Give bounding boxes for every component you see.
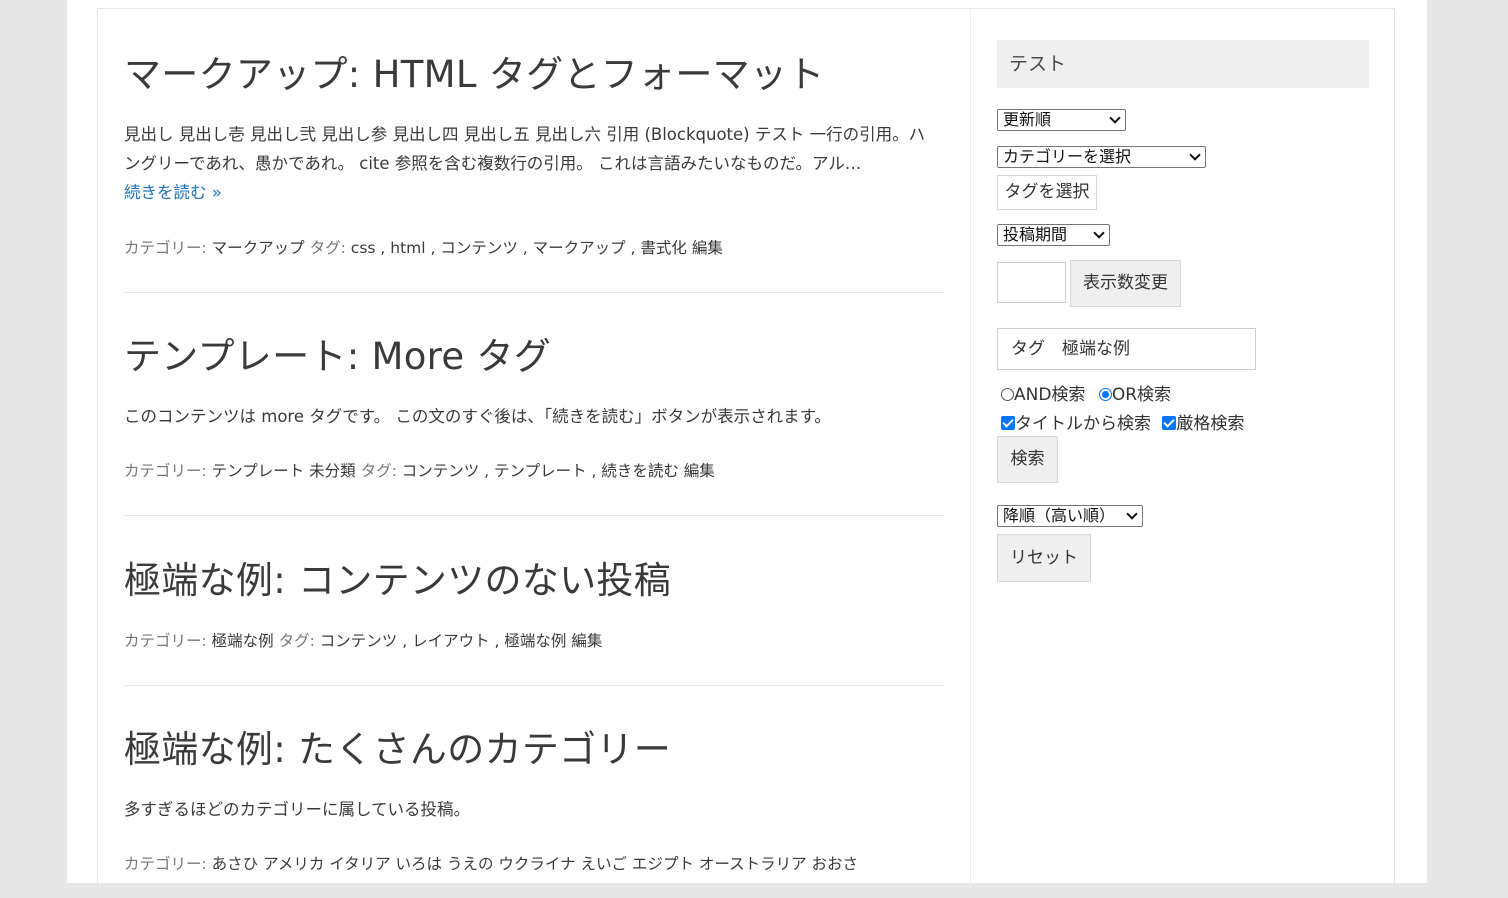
category-label: カテゴリー: (124, 632, 207, 650)
post: 極端な例: たくさんのカテゴリー 多すぎるほどのカテゴリーに属している投稿。 (124, 719, 944, 824)
strict-search-checkbox[interactable] (1162, 416, 1177, 430)
post-meta: カテゴリー: あさひ アメリカ イタリア いろは うえの ウクライナ えいご エ… (124, 852, 858, 874)
sidebar-divider (970, 8, 971, 888)
tag-links[interactable]: コンテンツ , テンプレート , 続きを読む (402, 462, 679, 480)
reset-button[interactable]: リセット (997, 534, 1091, 582)
category-links[interactable]: あさひ アメリカ イタリア いろは うえの ウクライナ えいご エジプト オース… (212, 855, 858, 873)
post-title[interactable]: 極端な例: たくさんのカテゴリー (124, 719, 944, 773)
sort-select-value: 更新順 (1003, 110, 1052, 129)
period-select[interactable]: 投稿期間 (997, 224, 1110, 246)
or-radio[interactable] (1098, 388, 1112, 401)
post: テンプレート: More タグ このコンテンツは more タグです。 この文の… (124, 326, 944, 431)
post-meta: カテゴリー: 極端な例 タグ: コンテンツ , レイアウト , 極端な例 編集 (124, 629, 602, 651)
post: マークアップ: HTML タグとフォーマット 見出し 見出し壱 見出し弐 見出し… (124, 44, 944, 207)
edit-link[interactable]: 編集 (571, 632, 602, 650)
category-select-value: カテゴリーを選択 (1003, 147, 1132, 166)
post-excerpt: このコンテンツは more タグです。 この文のすぐ後は、「続きを読む」ボタンが… (124, 407, 831, 426)
widget-title: テスト (997, 40, 1369, 88)
or-label: OR検索 (1111, 385, 1172, 405)
post-excerpt: 多すぎるほどのカテゴリーに属している投稿。 (124, 800, 471, 819)
post-meta: カテゴリー: マークアップ タグ: css , html , コンテンツ , マ… (124, 236, 723, 258)
post-excerpt-text: 見出し 見出し壱 見出し弐 見出し参 見出し四 見出し五 見出し六 引用 (Bl… (124, 125, 926, 173)
post-excerpt: 見出し 見出し壱 見出し弐 見出し参 見出し四 見出し五 見出し六 引用 (Bl… (124, 120, 934, 207)
sort-select[interactable]: 更新順 (997, 109, 1126, 131)
title-search-label: タイトルから検索 (1015, 414, 1151, 434)
search-scope-options: タイトルから検索 厳格検索 (1001, 409, 1244, 434)
page: マークアップ: HTML タグとフォーマット 見出し 見出し壱 見出し弐 見出し… (67, 0, 1427, 898)
count-change-button[interactable]: 表示数変更 (1070, 260, 1181, 307)
tag-label: タグ: (278, 632, 315, 650)
tag-links[interactable]: コンテンツ , レイアウト , 極端な例 (320, 632, 567, 650)
category-links[interactable]: 極端な例 (212, 632, 274, 650)
post: 極端な例: コンテンツのない投稿 (124, 550, 944, 604)
tag-select-button[interactable]: タグを選択 (997, 175, 1097, 210)
read-more-link[interactable]: 続きを読む » (124, 183, 222, 202)
category-label: カテゴリー: (124, 239, 207, 257)
count-input[interactable] (997, 262, 1066, 303)
chevron-down-icon (1109, 112, 1121, 124)
search-mode-options: AND検索 OR検索 (1001, 380, 1171, 405)
category-label: カテゴリー: (124, 462, 207, 480)
tag-links[interactable]: css , html , コンテンツ , マークアップ , 書式化 (351, 239, 687, 257)
order-select[interactable]: 降順（高い順） (997, 505, 1143, 527)
and-radio[interactable] (1001, 388, 1014, 401)
and-label: AND検索 (1014, 385, 1086, 405)
search-button[interactable]: 検索 (997, 436, 1058, 483)
tag-label: タグ: (309, 239, 346, 257)
chevron-down-icon (1126, 508, 1138, 520)
post-meta: カテゴリー: テンプレート 未分類 タグ: コンテンツ , テンプレート , 続… (124, 459, 715, 481)
category-links[interactable]: マークアップ (212, 239, 305, 257)
strict-search-label: 厳格検索 (1176, 414, 1245, 434)
title-search-checkbox[interactable] (1001, 416, 1015, 430)
post-separator (124, 685, 944, 686)
edit-link[interactable]: 編集 (684, 462, 715, 480)
category-label: カテゴリー: (124, 855, 207, 873)
post-separator (124, 515, 944, 516)
chevron-down-icon (1093, 227, 1105, 239)
post-title[interactable]: マークアップ: HTML タグとフォーマット (124, 44, 944, 98)
order-select-value: 降順（高い順） (1003, 506, 1116, 525)
post-title[interactable]: テンプレート: More タグ (124, 326, 944, 380)
edit-link[interactable]: 編集 (692, 239, 723, 257)
chevron-down-icon (1189, 149, 1201, 161)
category-links[interactable]: テンプレート 未分類 (212, 462, 356, 480)
category-select[interactable]: カテゴリーを選択 (997, 146, 1206, 168)
tag-label: タグ: (360, 462, 397, 480)
post-separator (124, 292, 944, 293)
search-input[interactable]: タグ 極端な例 (997, 328, 1256, 370)
period-select-value: 投稿期間 (1003, 225, 1068, 244)
post-title[interactable]: 極端な例: コンテンツのない投稿 (124, 550, 944, 604)
